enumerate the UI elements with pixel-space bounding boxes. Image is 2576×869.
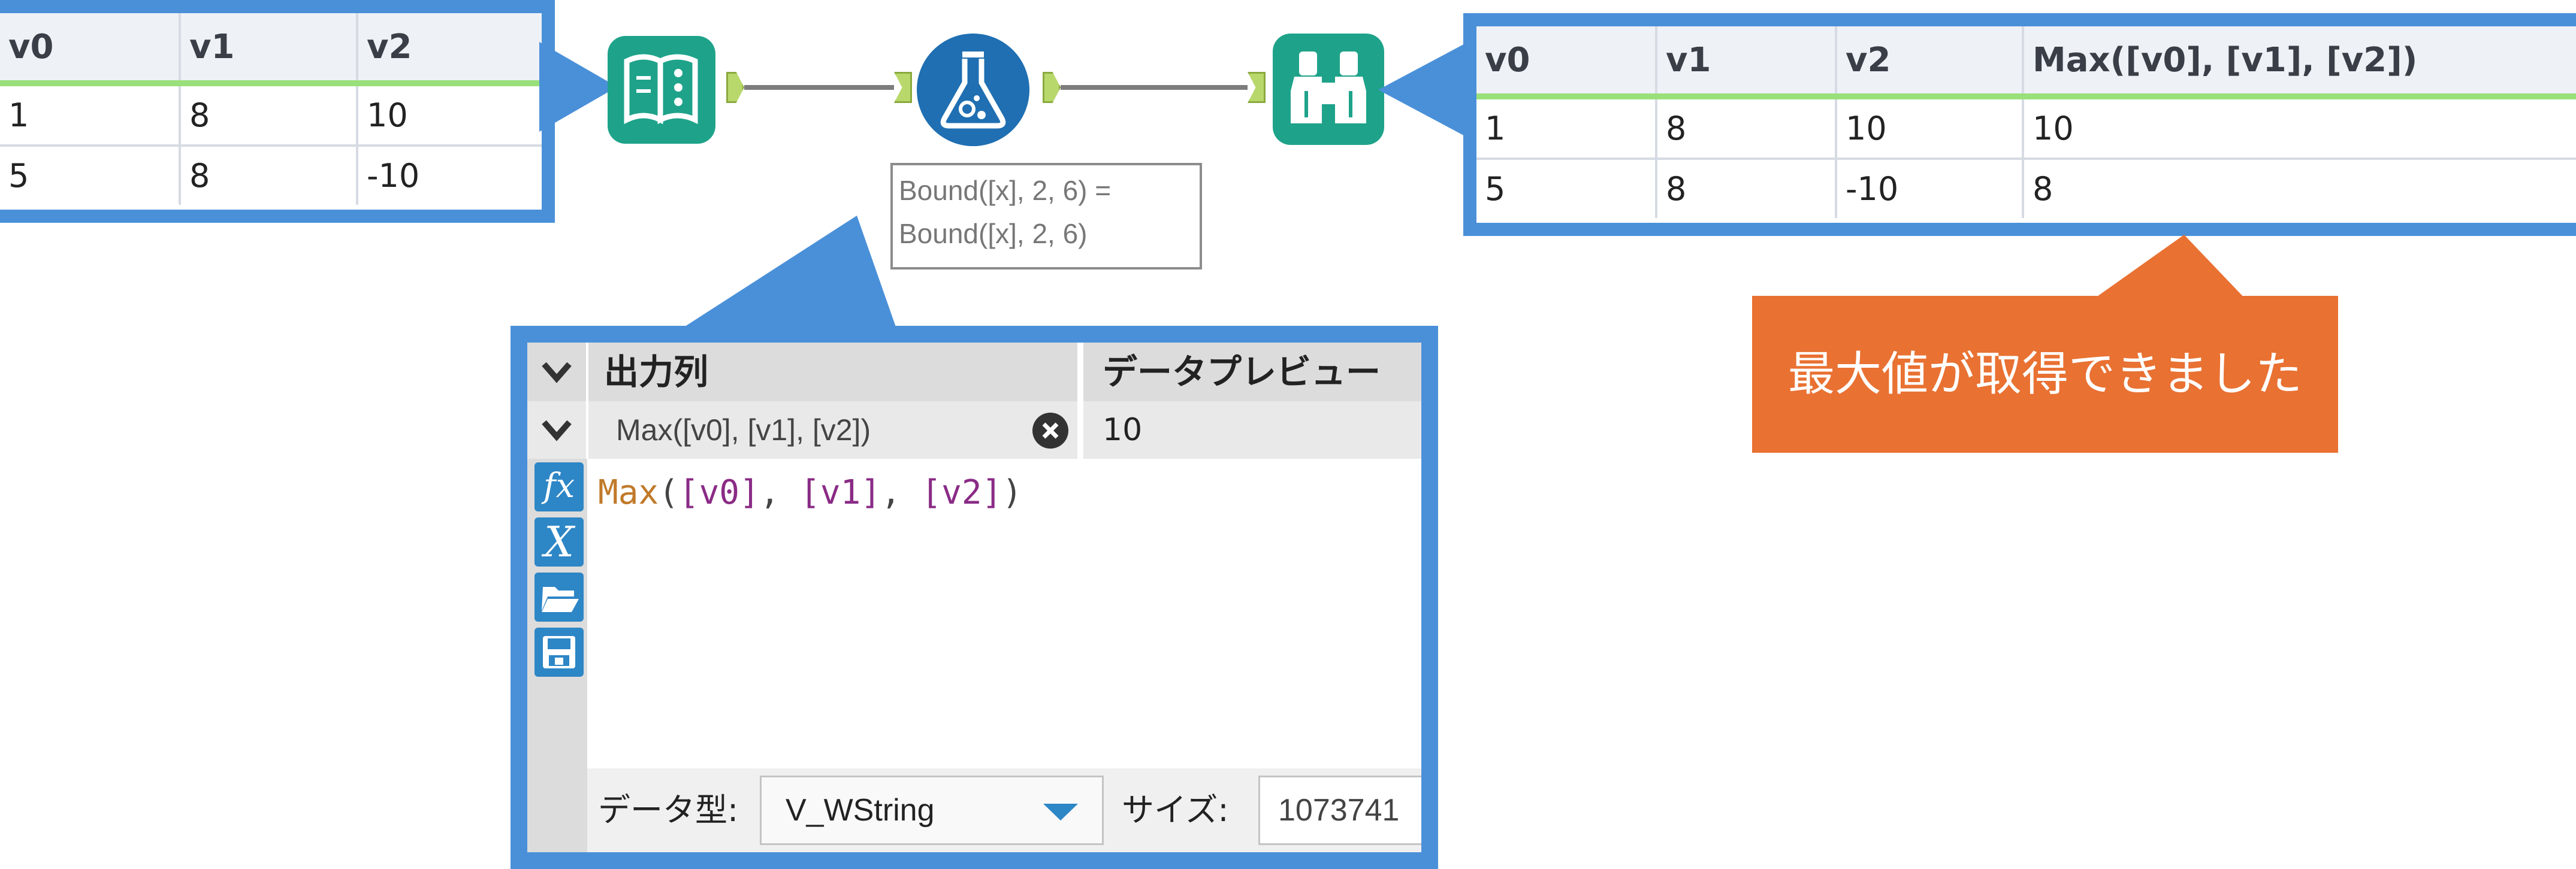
table-cell[interactable]: 10 [2023,96,2576,160]
variable-x-icon[interactable]: X [534,517,584,567]
formula-callout-pointer [671,216,899,335]
column-header[interactable]: v1 [1656,26,1837,99]
field-type-row: データ型: V_WString サイズ: 1073741 [587,768,1421,852]
formula-tool[interactable] [917,34,1029,146]
table-row[interactable]: 1 8 10 [0,83,542,147]
table-cell[interactable]: 5 [0,146,181,205]
size-input[interactable]: 1073741 [1258,776,1421,845]
table-cell[interactable]: 8 [180,146,358,205]
fx-icon[interactable]: fx [534,462,584,511]
table-cell[interactable]: 8 [1656,96,1837,160]
output-field-name[interactable]: Max([v0], [v1], [v2]) [616,401,871,459]
column-header[interactable]: Max([v0], [v1], [v2]) [2023,26,2576,99]
input-data-grid: v0 v1 v2 1 8 10 5 8 -10 [0,0,555,223]
table-row[interactable]: 5 8 -10 [0,146,542,205]
table-cell[interactable]: 5 [1476,159,1657,218]
paren-close: ) [1002,473,1023,512]
column-header[interactable]: v2 [1836,26,2024,99]
connection-line [1061,85,1248,90]
table-cell[interactable]: 1 [0,83,181,147]
expression-editor[interactable]: Max([v0], [v1], [v2]) [587,459,1421,768]
field-ref: [v1] [800,473,881,512]
separator: , [881,473,922,512]
browse-tool[interactable] [1273,34,1384,145]
table-cell[interactable]: -10 [357,146,542,205]
output-callout-pointer [1378,42,1468,138]
separator: , [759,473,801,512]
formula-input-anchor[interactable] [894,72,912,103]
formula-output-anchor[interactable] [1043,72,1061,103]
input-output-anchor[interactable] [726,72,744,103]
field-ref: [v2] [921,473,1002,512]
data-type-value: V_WString [786,793,935,828]
table-cell[interactable]: -10 [1836,159,2024,218]
chevron-down-icon[interactable] [537,343,576,401]
column-header[interactable]: v2 [357,13,542,86]
table-cell[interactable]: 1 [1476,96,1657,160]
flask-formula-icon [940,52,1006,129]
expression-toolbar: fx X [527,459,587,852]
table-row[interactable]: 1 8 10 10 [1476,96,2576,160]
size-value: 1073741 [1278,793,1400,828]
paren-open: ( [659,473,679,512]
table-cell[interactable]: 8 [1656,159,1837,218]
browse-input-anchor[interactable] [1248,72,1266,103]
dropdown-arrow-icon[interactable] [1043,804,1078,822]
clear-x-icon[interactable] [1032,412,1069,449]
output-data-grid: v0 v1 v2 Max([v0], [v1], [v2]) 1 8 10 10… [1463,13,2576,236]
table-cell[interactable]: 10 [1836,96,2024,160]
input-tool[interactable] [608,36,715,144]
column-header[interactable]: v0 [1476,26,1657,99]
note-callout-pointer [2091,235,2247,301]
formula-config-panel: 出力列 データプレビュー Max([v0], [v1], [v2]) 10 fx… [511,326,1438,869]
annotation-line-1: Bound([x], 2, 6) = [899,175,1112,206]
field-ref: [v0] [678,473,760,512]
result-note: 最大値が取得できました [1752,296,2338,453]
table-cell[interactable]: 10 [357,83,542,147]
chevron-down-icon[interactable] [537,401,576,460]
column-header[interactable]: v1 [180,13,358,86]
expression-code[interactable]: Max([v0], [v1], [v2]) [598,473,1022,512]
column-header[interactable]: v0 [0,13,181,86]
table-cell[interactable]: 8 [2023,159,2576,218]
table-row[interactable]: 5 8 -10 8 [1476,159,2576,218]
data-preview-header: データプレビュー [1103,352,1381,392]
data-type-label: データ型: [598,791,739,829]
book-input-icon [624,54,698,125]
function-name: Max [598,473,659,512]
folder-open-icon[interactable] [534,573,584,622]
input-callout-pointer [539,42,617,132]
data-type-select[interactable]: V_WString [760,776,1104,845]
connection-line [744,85,894,90]
annotation-line-2: Bound([x], 2, 6) [899,218,1088,249]
binoculars-browse-icon [1291,52,1366,123]
output-grid-table: v0 v1 v2 Max([v0], [v1], [v2]) 1 8 10 10… [1476,26,2576,218]
size-label: サイズ: [1122,791,1229,829]
input-grid-table: v0 v1 v2 1 8 10 5 8 -10 [0,13,542,205]
table-cell[interactable]: 8 [180,83,358,147]
panel-header-row: 出力列 データプレビュー [527,343,1421,401]
floppy-save-icon[interactable] [534,628,584,677]
preview-value: 10 [1103,412,1143,448]
formula-row[interactable]: Max([v0], [v1], [v2]) 10 [527,401,1421,459]
output-column-header: 出力列 [604,352,709,392]
formula-annotation: Bound([x], 2, 6) = Bound([x], 2, 6) [890,163,1202,270]
